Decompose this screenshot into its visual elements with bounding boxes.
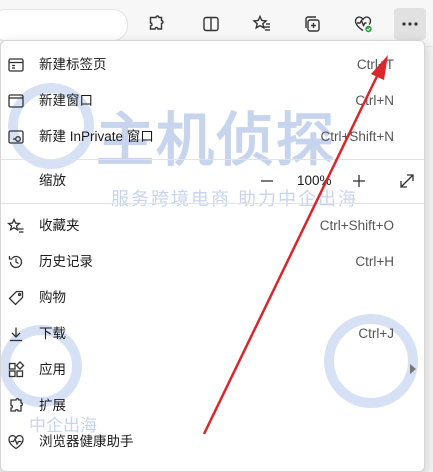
menu-divider [1,159,424,160]
minus-icon [261,180,273,182]
favorites-icon [252,14,270,31]
extensions-button[interactable] [140,8,172,40]
plus-icon [353,175,365,187]
menu-item-label: 购物 [39,290,66,305]
apps-icon [6,360,26,380]
menu-item-label: 应用 [39,362,66,377]
menu-item-label: 新建窗口 [39,93,93,108]
menu-shortcut: Ctrl+T [356,57,394,72]
menu-item-label: 浏览器健康助手 [39,434,134,449]
menu-shortcut: Ctrl+Shift+N [320,129,394,144]
history-icon [6,252,26,272]
inprivate-icon [6,127,26,147]
browser-essentials-button[interactable] [347,8,379,40]
split-screen-icon [203,16,219,32]
more-button[interactable] [394,8,426,40]
browser-essentials-icon [354,16,372,33]
more-icon [402,22,418,26]
menu-item-label: 收藏夹 [39,218,80,233]
menu-item-new-window[interactable]: 新建窗口 Ctrl+N [1,83,424,119]
menu-item-favorites[interactable]: 收藏夹 Ctrl+Shift+O [1,208,424,244]
menu-item-label: 历史记录 [39,254,93,269]
menu-item-history[interactable]: 历史记录 Ctrl+H [1,244,424,280]
menu-item-extensions[interactable]: 扩展 [1,388,424,424]
fullscreen-button[interactable] [395,169,419,193]
menu-item-apps[interactable]: 应用 [1,352,424,388]
menu-item-shopping[interactable]: 购物 [1,280,424,316]
menu-shortcut: Ctrl+J [358,326,394,341]
menu-item-zoom: 缩放 100% [1,163,424,199]
menu-item-browser-essentials[interactable]: 浏览器健康助手 [1,424,424,460]
favorites-list-icon [6,216,26,236]
zoom-level: 100% [297,173,332,188]
menu-item-label: 缩放 [39,173,66,188]
fullscreen-icon [400,174,414,188]
extensions-menu-icon [6,396,26,416]
submenu-arrow-icon [410,364,416,374]
menu-shortcut: Ctrl+H [355,254,394,269]
menu-item-downloads[interactable]: 下载 Ctrl+J [1,316,424,352]
favorites-button[interactable] [246,8,278,40]
menu-item-label: 扩展 [39,398,66,413]
download-icon [6,324,26,344]
address-bar[interactable] [0,9,128,41]
menu-item-label: 新建标签页 [39,57,107,72]
split-screen-button[interactable] [195,8,227,40]
health-heart-icon [6,432,26,452]
settings-menu: 主机侦探 服务跨境电商 助力中企出海 中企出海 新建标签页 Ctrl+T 新建窗… [0,40,425,472]
shopping-tag-icon [6,288,26,308]
collections-button[interactable] [296,8,328,40]
new-tab-icon [6,55,26,75]
menu-shortcut: Ctrl+Shift+O [319,218,394,233]
menu-item-label: 新建 InPrivate 窗口 [39,129,154,144]
menu-shortcut: Ctrl+N [355,93,394,108]
new-window-icon [6,91,26,111]
menu-item-new-inprivate[interactable]: 新建 InPrivate 窗口 Ctrl+Shift+N [1,119,424,155]
menu-item-label: 下载 [39,326,66,341]
zoom-out-button[interactable] [255,169,279,193]
extensions-icon [149,15,164,30]
zoom-in-button[interactable] [347,169,371,193]
menu-divider [1,203,424,204]
collections-icon [305,16,320,32]
menu-item-new-tab[interactable]: 新建标签页 Ctrl+T [1,47,424,83]
